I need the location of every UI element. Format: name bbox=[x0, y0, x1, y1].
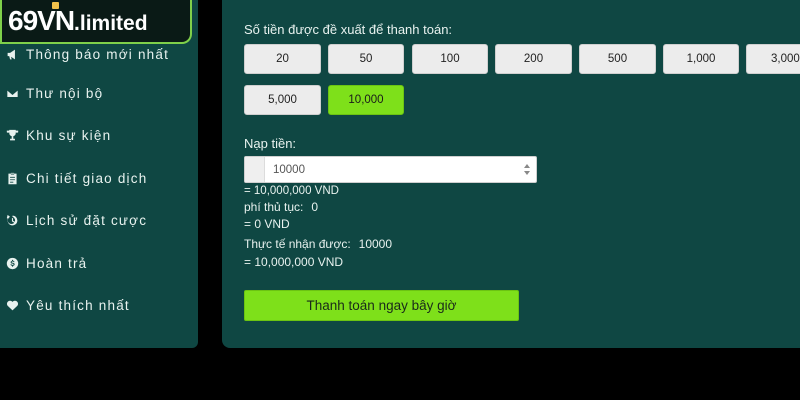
amount-option-3000[interactable]: 3,000 bbox=[746, 44, 800, 74]
deposit-label: Nạp tiền: bbox=[244, 136, 297, 151]
actual-received-value: 10000 bbox=[358, 237, 393, 251]
amount-option-10000-selected[interactable]: 10,000 bbox=[328, 85, 404, 115]
number-stepper[interactable] bbox=[518, 157, 536, 182]
history-icon bbox=[4, 214, 20, 228]
actual-received-equivalent: = 10,000,000 VND bbox=[244, 255, 344, 269]
site-logo[interactable]: 69VN .limited bbox=[0, 0, 192, 44]
sidebar: 69VN .limited Thông báo mới nhất Thư nội… bbox=[0, 0, 198, 348]
fee-equivalent: = 0 VND bbox=[244, 217, 290, 231]
sidebar-item-label: Hoàn trả bbox=[26, 255, 88, 271]
amount-option-100[interactable]: 100 bbox=[412, 44, 488, 74]
trophy-icon bbox=[4, 129, 20, 143]
deposit-amount-input[interactable] bbox=[244, 156, 537, 183]
amount-option-5000[interactable]: 5,000 bbox=[244, 85, 321, 115]
clipboard-icon bbox=[4, 171, 20, 185]
sidebar-item-label: Thông báo mới nhất bbox=[26, 46, 170, 62]
logo-main-text: 69VN bbox=[8, 5, 75, 36]
pay-now-button[interactable]: Thanh toán ngay bây giờ bbox=[244, 290, 519, 321]
stepper-down-icon[interactable] bbox=[524, 171, 530, 175]
fee-value: 0 bbox=[311, 200, 319, 214]
dollar-coin-icon bbox=[4, 256, 20, 270]
amount-option-500[interactable]: 500 bbox=[579, 44, 656, 74]
actual-received-row: Thực tế nhận được: 10000 bbox=[244, 237, 392, 251]
fee-label: phí thủ tục: bbox=[244, 200, 304, 214]
stepper-up-icon[interactable] bbox=[524, 164, 530, 168]
sidebar-item-rebate[interactable]: Hoàn trả bbox=[0, 242, 198, 285]
sidebar-menu: Thông báo mới nhất Thư nội bộ Khu sự kiệ… bbox=[0, 34, 198, 327]
actual-received-label: Thực tế nhận được: bbox=[244, 237, 351, 251]
deposit-amount-field[interactable] bbox=[265, 157, 518, 182]
sidebar-item-label: Chi tiết giao dịch bbox=[26, 170, 148, 186]
megaphone-icon bbox=[4, 47, 20, 61]
amount-option-1000[interactable]: 1,000 bbox=[663, 44, 739, 74]
dice-icon bbox=[52, 2, 59, 9]
sidebar-item-label: Yêu thích nhất bbox=[26, 298, 130, 314]
input-prefix bbox=[245, 157, 265, 182]
envelope-icon bbox=[4, 86, 20, 100]
sidebar-item-inbox[interactable]: Thư nội bộ bbox=[0, 72, 198, 115]
suggested-amount-label: Số tiền được đề xuất để thanh toán: bbox=[244, 22, 453, 37]
sidebar-item-label: Thư nội bộ bbox=[26, 85, 104, 101]
sidebar-item-events[interactable]: Khu sự kiện bbox=[0, 115, 198, 158]
sidebar-item-label: Khu sự kiện bbox=[26, 128, 112, 144]
sidebar-item-transactions[interactable]: Chi tiết giao dịch bbox=[0, 157, 198, 200]
amount-option-200[interactable]: 200 bbox=[495, 44, 572, 74]
fee-row: phí thủ tục: 0 bbox=[244, 200, 318, 214]
sidebar-item-favorites[interactable]: Yêu thích nhất bbox=[0, 285, 198, 328]
amount-option-20[interactable]: 20 bbox=[244, 44, 321, 74]
amount-option-50[interactable]: 50 bbox=[328, 44, 404, 74]
logo-sub-text: .limited bbox=[74, 12, 148, 35]
heart-icon bbox=[4, 299, 20, 313]
deposit-panel: Số tiền được đề xuất để thanh toán: 20 5… bbox=[222, 0, 800, 348]
deposit-equivalent: = 10,000,000 VND bbox=[244, 185, 339, 197]
sidebar-item-bet-history[interactable]: Lịch sử đặt cược bbox=[0, 200, 198, 243]
sidebar-item-label: Lịch sử đặt cược bbox=[26, 213, 148, 229]
